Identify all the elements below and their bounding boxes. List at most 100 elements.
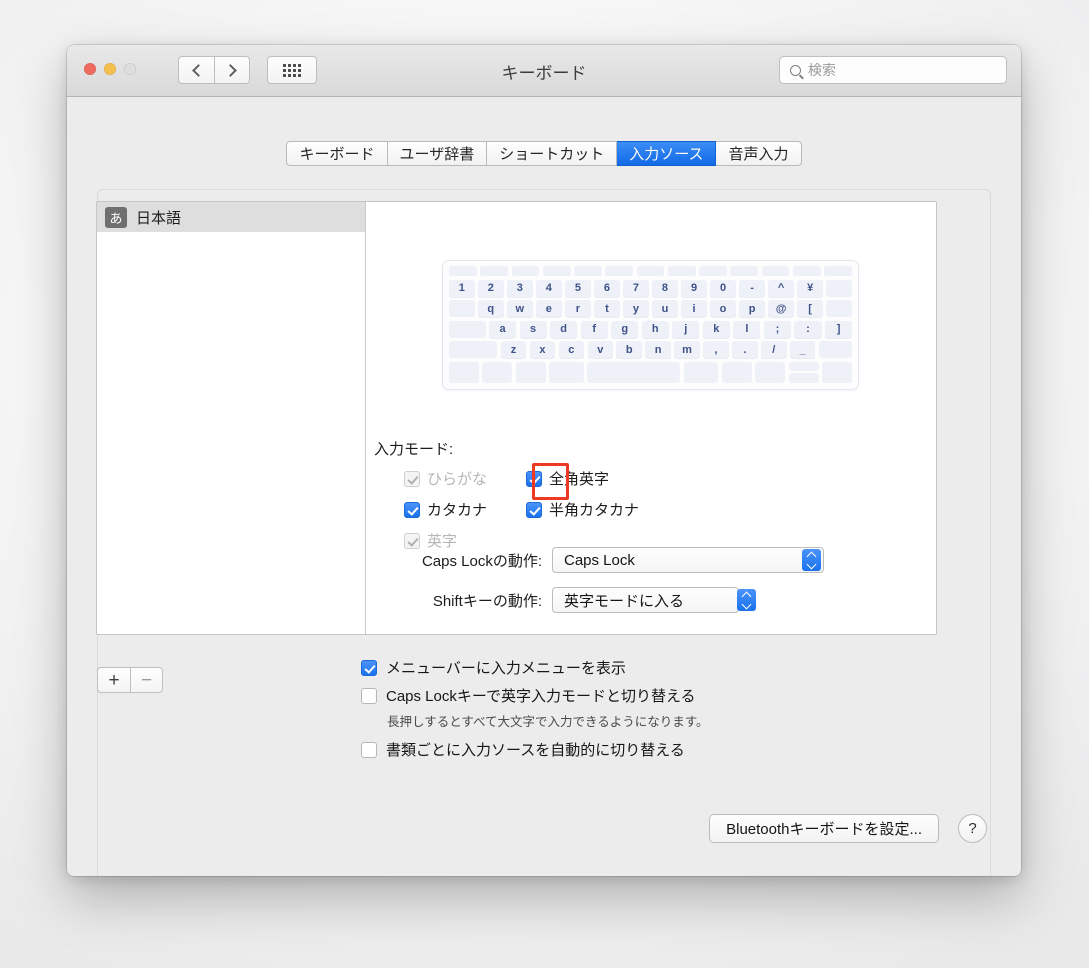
tab-user-dictionary[interactable]: ユーザ辞書 [387, 141, 488, 166]
sidebar-item-label: 日本語 [136, 209, 182, 227]
shift-key-action-row: Shiftキーの動作: 英字モードに入る [374, 587, 756, 613]
checkbox-zenkaku-eiji[interactable]: 全角英字 [522, 468, 609, 489]
caps-lock-help-note: 長押しするとすべて大文字で入力できるようになります。 [387, 715, 709, 729]
key-comma: , [703, 341, 729, 358]
key-blank [449, 266, 477, 276]
shift-key-action-select[interactable]: 英字モードに入る [552, 587, 756, 613]
checkbox-katakana[interactable]: カタカナ [374, 499, 522, 520]
caps-lock-action-select[interactable]: Caps Lock [552, 547, 824, 573]
key-blank [511, 266, 540, 276]
checkbox-katakana-label: カタカナ [427, 502, 488, 519]
checkbox-caps-lock-toggle[interactable]: Caps Lockキーで英字入力モードと切り替える [361, 685, 921, 706]
key-5: 5 [565, 279, 591, 297]
key-blank [730, 266, 759, 276]
key-colon: : [794, 320, 822, 338]
japanese-input-icon: あ [105, 206, 127, 228]
key-d: d [550, 320, 578, 338]
input-source-detail: 1 2 3 4 5 6 7 8 9 0 - ^ ¥ q w e r t y u … [366, 202, 936, 634]
checkbox-katakana-box[interactable] [404, 501, 420, 518]
shift-key-action-label: Shiftキーの動作: [432, 592, 542, 610]
remove-input-source-button[interactable]: − [130, 667, 163, 693]
key-j: j [672, 320, 700, 338]
checkbox-show-input-menu-box[interactable] [361, 659, 377, 676]
tab-shortcuts[interactable]: ショートカット [487, 141, 618, 166]
keyboard-row-top-letters: q w e r t y u i o p @ [ [449, 300, 852, 317]
setup-bluetooth-keyboard-button[interactable]: Bluetoothキーボードを設定... [709, 814, 939, 843]
key-blank [542, 266, 571, 276]
checkbox-auto-switch-per-document-label: 書類ごとに入力ソースを自動的に切り替える [386, 742, 685, 759]
tab-input-sources[interactable]: 入力ソース [617, 141, 717, 166]
key-at: @ [768, 300, 794, 317]
key-slash: / [761, 341, 787, 358]
key-v: v [587, 341, 613, 358]
key-command-right [683, 361, 719, 383]
keyboard-row-bottom-letters: z x c v b n m , . / _ [449, 341, 852, 358]
key-arrow-left [755, 361, 786, 383]
checkbox-show-input-menu-label: メニューバーに入力メニューを表示 [386, 660, 626, 677]
system-preferences-window: キーボード 検索 キーボード ユーザ辞書 ショートカット 入力ソース 音声入力 … [67, 45, 1021, 876]
tab-keyboard[interactable]: キーボード [286, 141, 388, 166]
search-placeholder: 検索 [808, 62, 836, 78]
keyboard-preview: 1 2 3 4 5 6 7 8 9 0 - ^ ¥ q w e r t y u … [442, 260, 859, 390]
key-h: h [641, 320, 669, 338]
key-y: y [623, 300, 649, 317]
shift-key-action-value: 英字モードに入る [564, 592, 685, 610]
key-0: 0 [710, 279, 736, 297]
checkbox-hankaku-katakana-box[interactable] [526, 501, 542, 518]
key-blank [605, 266, 634, 276]
key-blank [636, 266, 665, 276]
key-s: s [519, 320, 547, 338]
input-mode-title: 入力モード: [374, 441, 454, 458]
checkbox-auto-switch-per-document-box[interactable] [361, 741, 377, 758]
key-1: 1 [449, 279, 475, 297]
checkbox-auto-switch-per-document[interactable]: 書類ごとに入力ソースを自動的に切り替える [361, 739, 921, 760]
checkbox-zenkaku-eiji-box[interactable] [526, 470, 542, 487]
checkbox-caps-lock-toggle-box[interactable] [361, 687, 377, 704]
key-command-left [549, 361, 584, 383]
key-f: f [580, 320, 608, 338]
key-k: k [702, 320, 730, 338]
key-delete [826, 279, 852, 297]
search-input[interactable]: 検索 [779, 56, 1007, 84]
caps-lock-action-value: Caps Lock [564, 551, 635, 569]
checkbox-show-input-menu[interactable]: メニューバーに入力メニューを表示 [361, 657, 921, 678]
tab-dictation[interactable]: 音声入力 [716, 141, 802, 166]
help-button[interactable]: ? [958, 814, 987, 843]
add-input-source-button[interactable]: + [97, 667, 130, 693]
key-option-left [515, 361, 546, 383]
key-blank [699, 266, 727, 276]
key-blank [480, 266, 509, 276]
key-2: 2 [478, 279, 504, 297]
key-i: i [681, 300, 707, 317]
key-underscore: _ [790, 341, 816, 358]
input-source-list: あ 日本語 [97, 202, 366, 634]
key-o: o [710, 300, 736, 317]
key-yen: ¥ [797, 279, 823, 297]
key-arrow-right [822, 361, 852, 383]
key-q: q [478, 300, 504, 317]
key-space [587, 361, 681, 383]
input-sources-box: あ 日本語 1 2 3 4 5 6 7 8 9 0 - ^ ¥ q w e r … [96, 201, 937, 635]
chevron-updown-icon[interactable] [737, 589, 756, 611]
checkbox-caps-lock-toggle-label: Caps Lockキーで英字入力モードと切り替える [386, 688, 696, 705]
key-minus: - [739, 279, 765, 297]
keyboard-row-modifiers [449, 361, 852, 383]
key-n: n [645, 341, 671, 358]
key-caret: ^ [768, 279, 794, 297]
input-mode-row-1: ひらがな 全角英字 [374, 468, 814, 489]
keyboard-row-function [449, 266, 852, 276]
key-e: e [536, 300, 562, 317]
caps-lock-action-label: Caps Lockの動作: [421, 552, 542, 570]
key-blank [667, 266, 696, 276]
search-icon [790, 64, 801, 76]
key-4: 4 [536, 279, 562, 297]
sidebar-item-japanese[interactable]: あ 日本語 [97, 202, 365, 232]
chevron-updown-icon[interactable] [802, 549, 821, 571]
checkbox-hankaku-katakana[interactable]: 半角カタカナ [522, 499, 639, 520]
key-return-upper [826, 300, 852, 317]
key-7: 7 [623, 279, 649, 297]
input-mode-checkbox-grid: ひらがな 全角英字 カタカナ 半角カタカナ 英字 [374, 463, 814, 551]
checkbox-zenkaku-eiji-label: 全角英字 [549, 471, 610, 488]
key-shift-right [818, 341, 852, 358]
keyboard-row-home: a s d f g h j k l ; : ] [449, 320, 853, 338]
